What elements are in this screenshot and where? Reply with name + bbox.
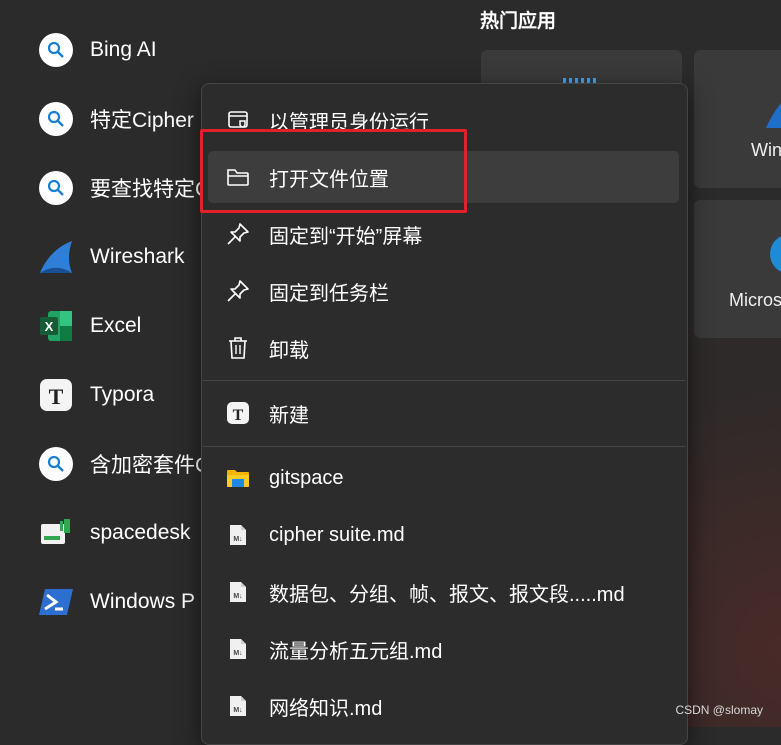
search-icon <box>38 101 74 137</box>
annotation-highlight-box <box>200 129 467 213</box>
menu-item-label: 新建 <box>269 404 309 427</box>
app-item-bing-ai[interactable]: Bing AI <box>38 30 278 70</box>
app-label: Windows P <box>90 590 196 613</box>
menu-item-new[interactable]: T 新建 <box>208 387 679 439</box>
menu-divider <box>203 446 686 447</box>
recent-item-packet-notes[interactable]: M↓ 数据包、分组、帧、报文、报文段.....md <box>208 566 679 618</box>
menu-item-label: 固定到“开始”屏幕 <box>269 225 423 248</box>
popular-apps-title: 热门应用 <box>480 11 557 32</box>
markdown-file-icon: M↓ <box>225 693 251 719</box>
svg-text:T: T <box>233 407 244 424</box>
popular-tile-3[interactable]: Micros <box>694 200 781 338</box>
typora-icon: T <box>225 400 251 426</box>
svg-text:T: T <box>49 384 64 409</box>
app-label: Excel <box>90 314 142 337</box>
svg-text:X: X <box>45 319 54 334</box>
popular-tile-2[interactable]: Win <box>694 50 781 188</box>
app-label: Wireshark <box>90 245 185 268</box>
svg-text:M↓: M↓ <box>233 536 242 543</box>
pin-icon <box>225 221 251 247</box>
app-label: 要查找特定C <box>90 178 211 201</box>
menu-item-pin-to-taskbar[interactable]: 固定到任务栏 <box>208 265 679 317</box>
recent-item-label: 网络知识.md <box>269 697 383 720</box>
app-label: Bing AI <box>90 38 157 61</box>
recent-item-label: cipher suite.md <box>269 523 405 546</box>
recent-item-cipher-suite[interactable]: M↓ cipher suite.md <box>208 509 679 561</box>
folder-yellow-icon <box>225 465 251 491</box>
recent-item-label: gitspace <box>269 466 344 489</box>
menu-item-label: 固定到任务栏 <box>269 282 389 305</box>
recent-item-gitspace[interactable]: gitspace <box>208 452 679 504</box>
trash-icon <box>225 335 251 361</box>
popular-tile-3-label: Micros <box>729 290 781 310</box>
excel-icon: X <box>38 308 74 344</box>
menu-item-pin-to-start[interactable]: 固定到“开始”屏幕 <box>208 208 679 260</box>
svg-text:M↓: M↓ <box>233 593 242 600</box>
menu-item-uninstall[interactable]: 卸载 <box>208 322 679 374</box>
wireshark-icon <box>38 239 74 275</box>
search-icon <box>38 170 74 206</box>
svg-text:M↓: M↓ <box>233 707 242 714</box>
edge-icon <box>770 236 781 272</box>
wireshark-icon <box>766 103 781 128</box>
markdown-file-icon: M↓ <box>225 579 251 605</box>
app-label: 含加密套件Cl <box>90 454 215 477</box>
markdown-file-icon: M↓ <box>225 636 251 662</box>
search-icon <box>38 446 74 482</box>
recent-item-traffic-analysis[interactable]: M↓ 流量分析五元组.md <box>208 623 679 675</box>
typora-icon: T <box>38 377 74 413</box>
svg-text:M↓: M↓ <box>233 650 242 657</box>
search-icon <box>38 32 74 68</box>
app-label: spacedesk <box>90 521 191 544</box>
menu-item-label: 卸载 <box>269 339 309 362</box>
recent-item-label: 流量分析五元组.md <box>269 640 443 663</box>
menu-divider <box>203 380 686 381</box>
watermark: CSDN @slomay <box>675 703 763 717</box>
app-label: Typora <box>90 383 155 406</box>
spacedesk-icon <box>38 515 74 551</box>
popular-tile-2-label: Win <box>751 140 781 160</box>
markdown-file-icon: M↓ <box>225 522 251 548</box>
app-label: 特定Cipher <box>90 109 194 132</box>
recent-item-network-knowledge[interactable]: M↓ 网络知识.md <box>208 680 679 732</box>
powershell-icon <box>38 584 74 620</box>
pin-icon <box>225 278 251 304</box>
recent-item-label: 数据包、分组、帧、报文、报文段.....md <box>269 583 625 606</box>
